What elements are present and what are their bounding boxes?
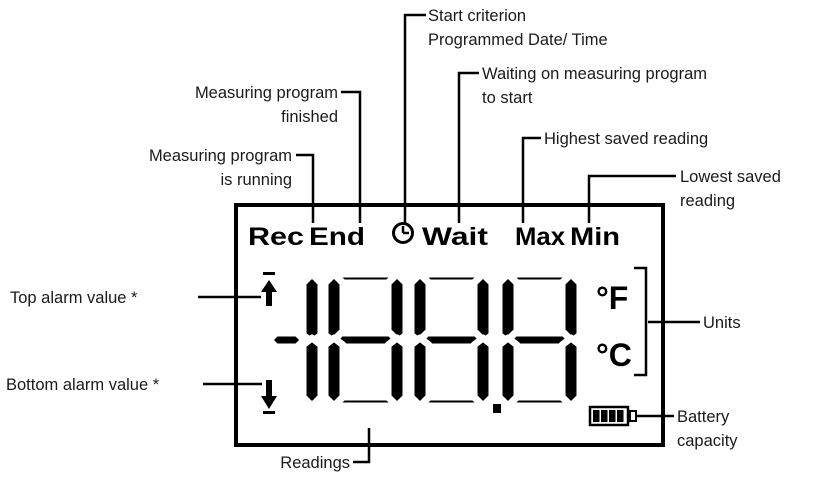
label-waiting: Waiting on measuring program <box>482 65 707 83</box>
clock-icon <box>392 222 414 244</box>
digit-4 <box>495 270 584 410</box>
digit-2 <box>321 270 410 410</box>
label-finished: Measuring program <box>195 84 338 102</box>
battery-icon <box>588 405 637 427</box>
decimal-point <box>493 404 501 413</box>
digit-3 <box>407 270 496 410</box>
leader-highest <box>521 136 541 223</box>
min-indicator: Min <box>570 223 620 251</box>
leader-waiting <box>457 71 479 223</box>
reading-digits <box>265 270 584 413</box>
label-waiting-2: to start <box>482 89 533 107</box>
label-programmed-date-time: Programmed Date/ Time <box>428 31 608 49</box>
fahrenheit-unit: °F <box>596 280 628 316</box>
leader-start-criterion <box>403 13 426 223</box>
celsius-unit: °C <box>596 337 632 373</box>
label-bottom-alarm: Bottom alarm value * <box>6 376 160 394</box>
rec-indicator: Rec <box>248 223 304 251</box>
max-indicator: Max <box>515 223 565 251</box>
label-top-alarm: Top alarm value * <box>10 289 138 307</box>
label-running: Measuring program <box>149 147 292 165</box>
leader-running <box>296 153 315 223</box>
label-battery: Battery <box>677 408 730 426</box>
top-alarm-arrow-icon <box>261 272 277 306</box>
digit-1 <box>265 270 325 410</box>
end-indicator: End <box>309 223 365 251</box>
label-units: Units <box>703 314 741 332</box>
wait-indicator: Wait <box>422 223 489 251</box>
label-lowest: Lowest saved <box>680 168 781 186</box>
bottom-alarm-arrow-icon <box>261 380 277 414</box>
label-running-2: is running <box>220 171 292 189</box>
label-finished-2: finished <box>281 108 338 126</box>
label-highest: Highest saved reading <box>544 130 708 148</box>
label-lowest-2: reading <box>680 192 735 210</box>
label-readings: Readings <box>280 454 350 472</box>
lcd-display-diagram: Rec End Wait Max Min °F °C Start criteri… <box>6 7 781 472</box>
label-start-criterion: Start criterion <box>428 7 526 25</box>
units-bracket <box>634 266 648 377</box>
label-battery-2: capacity <box>677 432 738 450</box>
